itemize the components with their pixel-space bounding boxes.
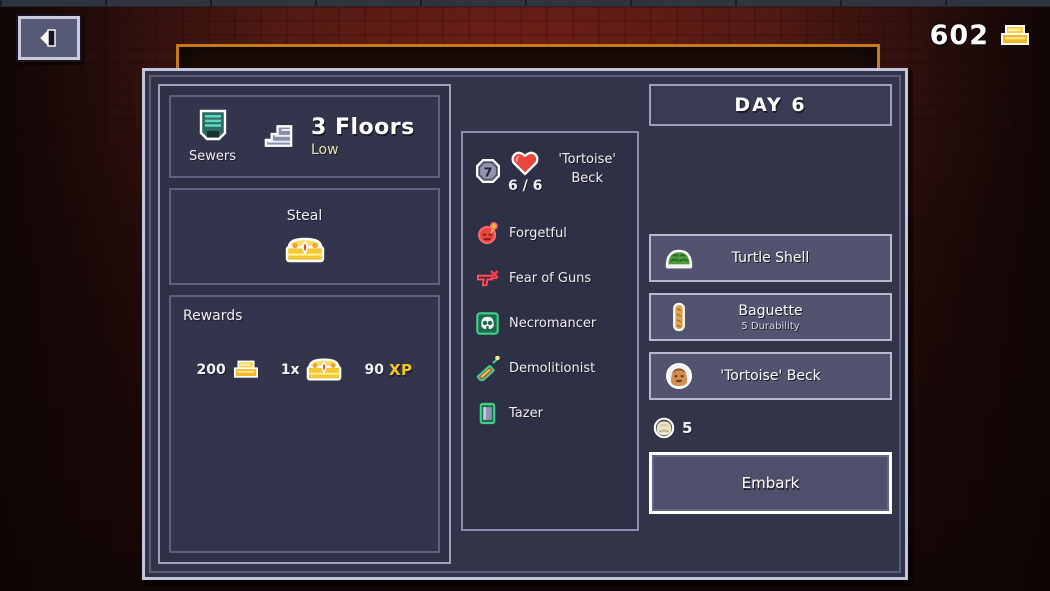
objective-panel: Steal bbox=[169, 188, 440, 285]
hero-name-line2: Beck bbox=[571, 170, 603, 186]
skull-icon bbox=[476, 312, 499, 335]
rewards-panel: Rewards 200 1x 90 XP bbox=[169, 295, 440, 553]
hero-health: 6 / 6 bbox=[508, 149, 542, 194]
treasure-chest-icon bbox=[285, 237, 324, 263]
level-badge-wrap: 7 bbox=[475, 149, 501, 184]
dungeon-name: Sewers bbox=[189, 149, 236, 164]
reward-chest-qty: 1x bbox=[280, 361, 300, 378]
treasure-chest-icon bbox=[307, 358, 342, 381]
sewers-door-icon bbox=[199, 109, 226, 141]
rewards-label: Rewards bbox=[183, 308, 243, 324]
gold-counter: 602 bbox=[930, 20, 1032, 51]
run-setup-window: Sewers 3 Floors Low Steal Rewards 200 1x… bbox=[142, 68, 908, 580]
trait-label: Tazer bbox=[509, 406, 543, 421]
loadout-slot-baguette[interactable]: Baguette 5 Durability bbox=[649, 293, 892, 341]
rewards-list: 200 1x 90 XP bbox=[171, 356, 438, 383]
reward-chest: 1x bbox=[281, 356, 345, 383]
tazer-icon bbox=[479, 402, 496, 425]
floors-count: 3 Floors bbox=[311, 115, 415, 140]
hp-value: 6 / 6 bbox=[508, 178, 543, 194]
svg-text:7: 7 bbox=[484, 165, 493, 180]
reward-gold-qty: 200 bbox=[196, 361, 226, 378]
baguette-icon bbox=[673, 302, 685, 332]
back-button[interactable] bbox=[18, 16, 80, 60]
crossed-gun-icon bbox=[477, 270, 499, 287]
loadout-slot-hero[interactable]: 'Tortoise' Beck bbox=[649, 352, 892, 400]
floors-text: 3 Floors Low bbox=[311, 115, 415, 158]
trait-label: Demolitionist bbox=[509, 361, 596, 376]
trait-label: Necromancer bbox=[509, 316, 597, 331]
trait-necromancer[interactable]: Necromancer bbox=[475, 301, 625, 346]
day-label: DAY 6 bbox=[734, 94, 807, 116]
run-loadout-column: DAY 6 Turtle Shell Baguette 5 Durability… bbox=[649, 84, 892, 564]
dungeon-identity: Sewers bbox=[189, 109, 236, 164]
forgetful-head-icon bbox=[478, 222, 498, 245]
gold-bars-icon bbox=[1001, 24, 1029, 45]
reward-xp-qty: 90 bbox=[364, 361, 384, 378]
stairs-icon bbox=[264, 124, 293, 147]
top-edge-strip bbox=[0, 0, 1050, 7]
xp-icon: XP bbox=[388, 360, 413, 379]
dynamite-icon bbox=[476, 356, 500, 381]
heart-icon bbox=[511, 151, 539, 176]
trait-tazer[interactable]: Tazer bbox=[475, 391, 625, 436]
hero-traits-panel: 7 6 / 6 'Tortoise' Beck Forgetful Fear o… bbox=[461, 131, 639, 531]
hero-header: 7 6 / 6 'Tortoise' Beck bbox=[475, 149, 625, 194]
trait-label: Forgetful bbox=[509, 226, 567, 241]
hero-portrait-icon bbox=[666, 363, 692, 389]
embark-label: Embark bbox=[741, 474, 800, 492]
level-badge-icon: 7 bbox=[476, 159, 500, 183]
dungeon-details-column: Sewers 3 Floors Low Steal Rewards 200 1x… bbox=[158, 84, 451, 564]
trait-forgetful[interactable]: Forgetful bbox=[475, 211, 625, 256]
hero-name-line1: 'Tortoise' bbox=[558, 152, 616, 167]
hero-name: 'Tortoise' Beck bbox=[549, 149, 625, 189]
trait-label: Fear of Guns bbox=[509, 271, 592, 286]
loadout-slot-turtle-shell[interactable]: Turtle Shell bbox=[649, 234, 892, 282]
trait-fear-of-guns[interactable]: Fear of Guns bbox=[475, 256, 625, 301]
left-arrow-icon bbox=[40, 29, 56, 47]
slot-icon-holder bbox=[664, 302, 694, 332]
floors-info: 3 Floors Low bbox=[262, 115, 415, 158]
trait-demolitionist[interactable]: Demolitionist bbox=[475, 346, 625, 391]
reward-gold: 200 bbox=[196, 358, 260, 382]
objective-title: Steal bbox=[286, 208, 323, 224]
difficulty-label: Low bbox=[311, 142, 339, 158]
rations-row: 5 bbox=[649, 411, 892, 445]
slot-icon-holder bbox=[664, 362, 694, 390]
slot-icon-holder bbox=[664, 247, 694, 269]
loadout-area: Turtle Shell Baguette 5 Durability 'Tort… bbox=[649, 126, 892, 564]
ration-bread-icon bbox=[653, 417, 675, 439]
reward-xp: 90 XP bbox=[364, 361, 412, 379]
gold-bars-icon bbox=[233, 360, 258, 378]
gold-amount: 602 bbox=[929, 20, 989, 51]
dungeon-info-panel: Sewers 3 Floors Low bbox=[169, 95, 440, 178]
top-edge-seams bbox=[0, 0, 1050, 6]
turtle-shell-icon bbox=[665, 249, 693, 269]
run-setup-window-inner: Sewers 3 Floors Low Steal Rewards 200 1x… bbox=[149, 75, 901, 573]
day-header: DAY 6 bbox=[649, 84, 892, 126]
rations-count: 5 bbox=[682, 419, 693, 437]
embark-button[interactable]: Embark bbox=[649, 452, 892, 514]
